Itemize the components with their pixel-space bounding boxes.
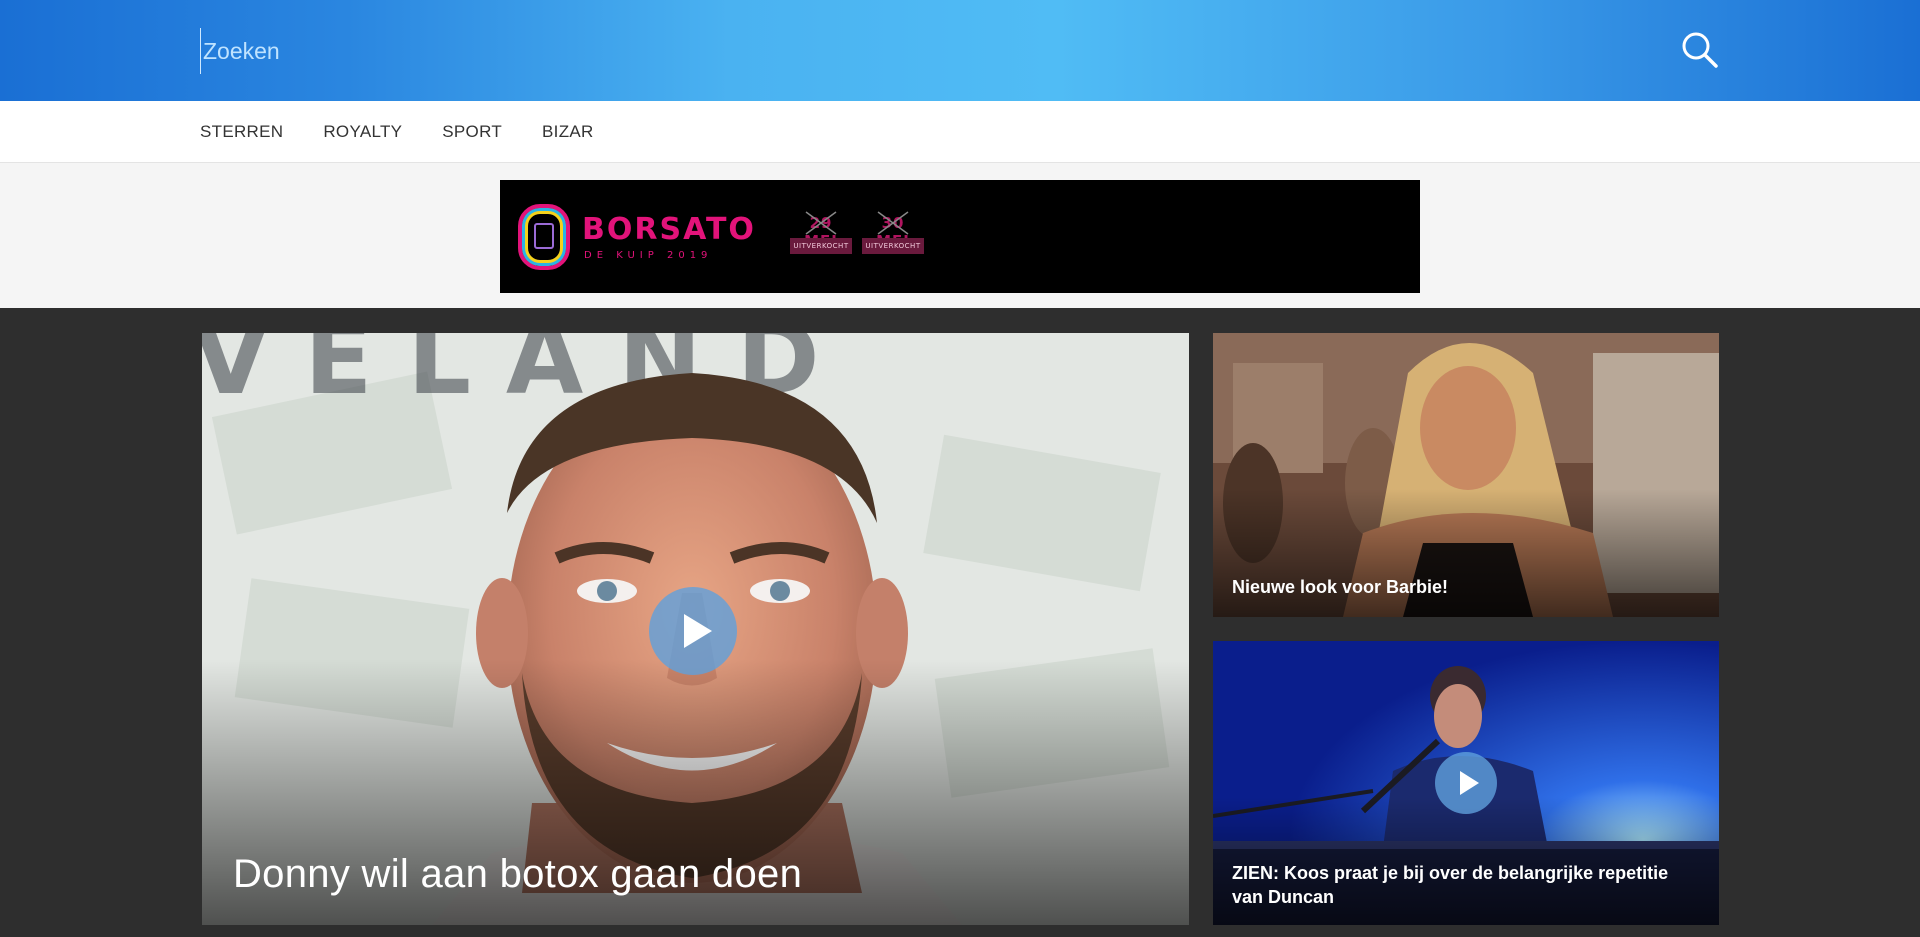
nav-item-sterren[interactable]: STERREN xyxy=(200,122,283,142)
ad-date-1: 29 MEI UITVERKOCHT xyxy=(790,211,852,260)
play-icon xyxy=(684,614,712,648)
cross-icon xyxy=(877,211,909,235)
search-icon xyxy=(1682,32,1718,68)
article-headline: ZIEN: Koos praat je bij over de belangri… xyxy=(1232,863,1669,907)
ad-subtitle: DE KUIP 2019 xyxy=(584,250,713,261)
article-card-hero[interactable]: V E L A N D Donny wil aan botox gaan doe… xyxy=(202,333,1189,925)
search-input[interactable] xyxy=(200,28,1600,74)
play-button[interactable] xyxy=(649,587,737,675)
ad-soldout-badge: UITVERKOCHT xyxy=(790,238,852,254)
ad-title: BORSATO xyxy=(582,212,756,247)
article-headline: Nieuwe look voor Barbie! xyxy=(1232,577,1449,597)
nav-item-sport[interactable]: SPORT xyxy=(442,122,502,142)
ad-banner[interactable]: BORSATO DE KUIP 2019 29 MEI UITVERKOCHT … xyxy=(500,180,1420,293)
article-card-barbie[interactable]: Nieuwe look voor Barbie! xyxy=(1213,333,1719,617)
header-bar xyxy=(0,0,1920,101)
nav-item-bizar[interactable]: BIZAR xyxy=(542,122,594,142)
ad-area: BORSATO DE KUIP 2019 29 MEI UITVERKOCHT … xyxy=(0,163,1920,308)
nav-list: STERREN ROYALTY SPORT BIZAR xyxy=(200,101,634,163)
main-navigation: STERREN ROYALTY SPORT BIZAR xyxy=(0,101,1920,163)
play-icon xyxy=(1460,771,1479,795)
article-card-duncan[interactable]: ZIEN: Koos praat je bij over de belangri… xyxy=(1213,641,1719,925)
article-headline: Donny wil aan botox gaan doen xyxy=(233,852,803,896)
play-button[interactable] xyxy=(1435,752,1497,814)
ad-soldout-badge: UITVERKOCHT xyxy=(862,238,924,254)
search-button[interactable] xyxy=(1680,30,1720,70)
borsato-logo-icon xyxy=(518,204,570,270)
ad-date-2: 30 MEI UITVERKOCHT xyxy=(862,211,924,260)
cross-icon xyxy=(805,211,837,235)
nav-item-royalty[interactable]: ROYALTY xyxy=(323,122,402,142)
